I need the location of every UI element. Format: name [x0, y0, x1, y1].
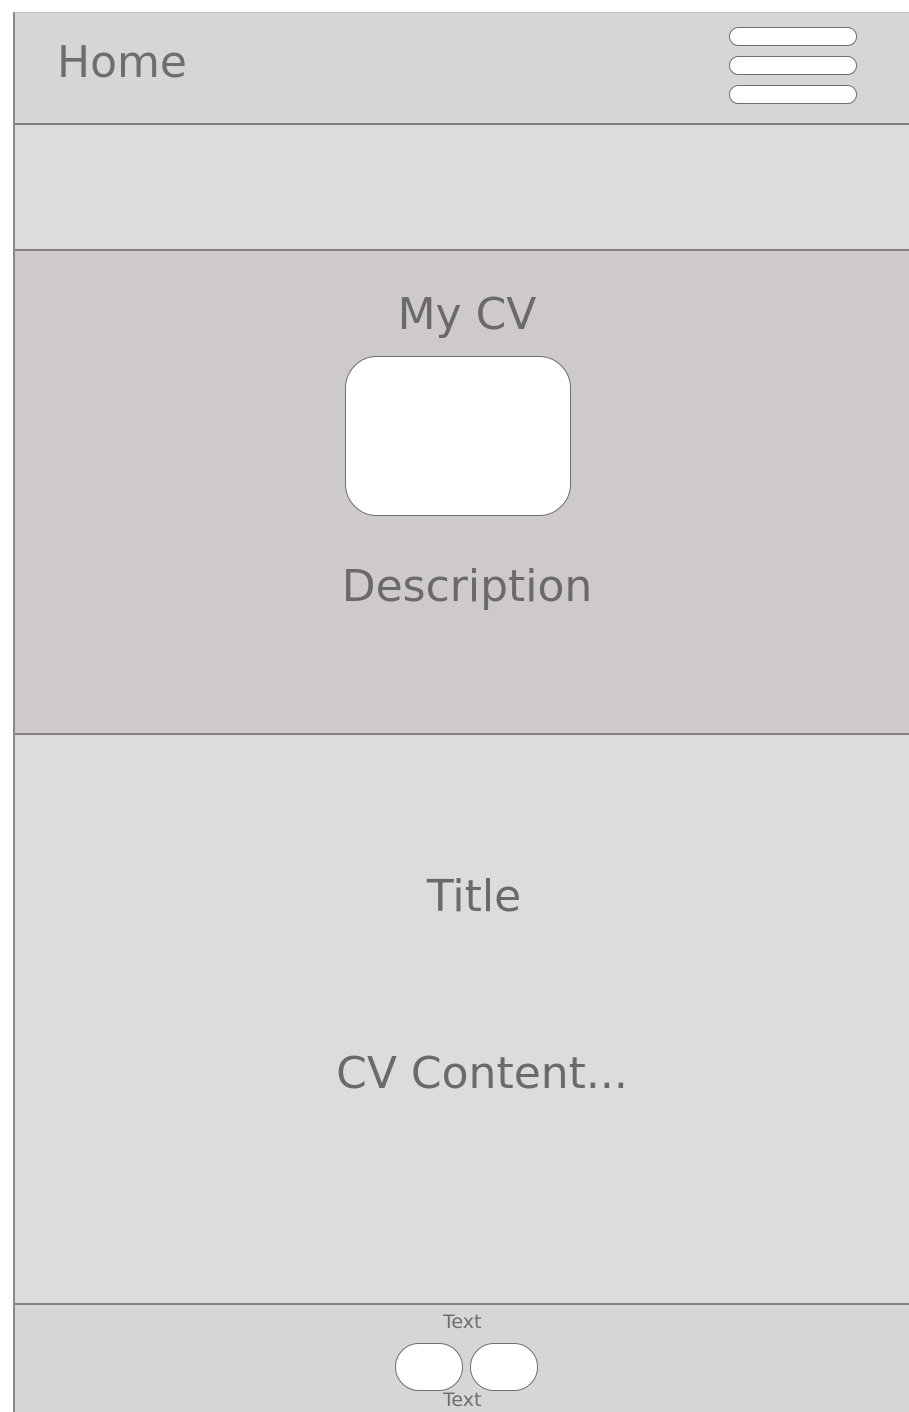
menu-bar-middle [729, 56, 857, 75]
menu-bar-bottom [729, 85, 857, 104]
banner-band [15, 125, 909, 251]
header: Home [15, 13, 909, 125]
menu-bar-top [729, 27, 857, 46]
footer-label-bottom: Text [443, 1389, 482, 1411]
footer: Text Text [15, 1305, 909, 1412]
footer-button-left[interactable] [395, 1343, 463, 1391]
page-title: Home [57, 37, 187, 88]
footer-button-right[interactable] [470, 1343, 538, 1391]
cv-content: CV Content... [336, 1048, 628, 1099]
content-section: Title CV Content... [15, 735, 909, 1305]
footer-label-top: Text [443, 1311, 482, 1333]
hamburger-menu-icon[interactable] [729, 27, 859, 107]
hero-title: My CV [397, 289, 537, 340]
hero-description: Description [341, 561, 593, 612]
app-frame: Home My CV Description Title CV Content.… [13, 12, 909, 1412]
profile-image-placeholder [345, 356, 571, 516]
content-title: Title [426, 871, 522, 922]
hero-section: My CV Description [15, 251, 909, 735]
